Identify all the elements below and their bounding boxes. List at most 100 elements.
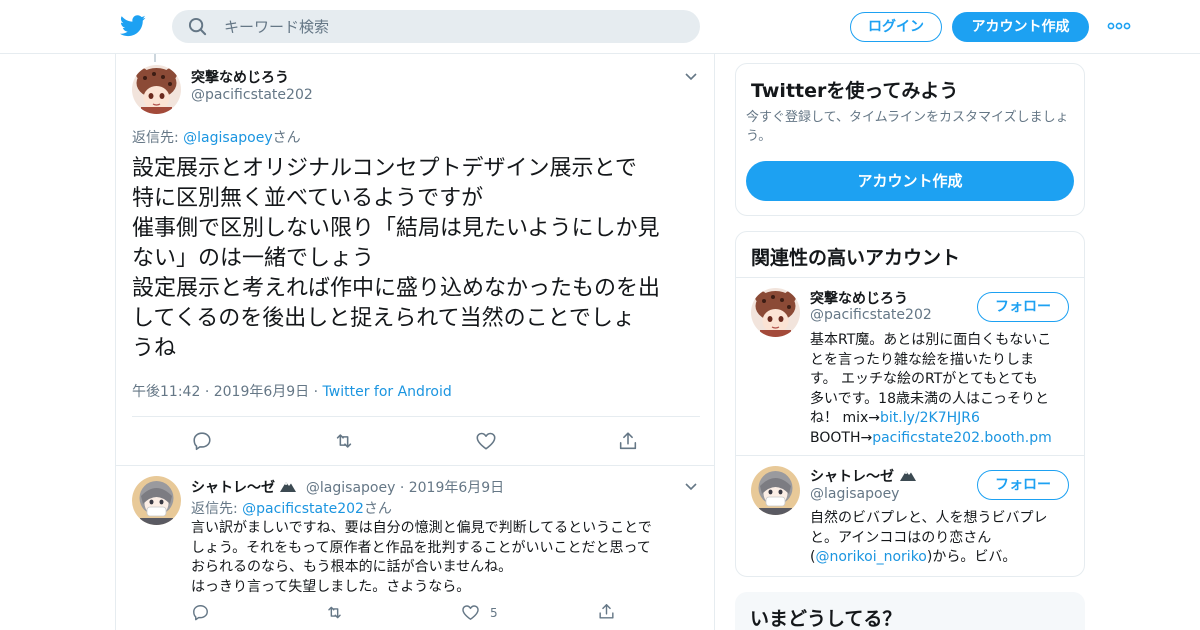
tweet-time[interactable]: 午後11:42 bbox=[132, 384, 200, 400]
reply-icon[interactable] bbox=[191, 430, 213, 452]
tweet-text-line: おられるのなら、もう根本的に話が合いませんね。 bbox=[191, 559, 513, 575]
tweet-text-line: ない」のは一緒でしょう bbox=[132, 246, 375, 271]
retweet-icon[interactable] bbox=[325, 603, 344, 622]
avatar-image bbox=[751, 466, 800, 515]
avatar-image bbox=[132, 476, 181, 525]
divider bbox=[736, 277, 1084, 278]
bio-line: BOOTH→pacificstate202.booth.pm bbox=[810, 429, 1080, 449]
tweet-text: 言い訳がましいですね、要は自分の憶測と偏見で判断してるということで しょう。それ… bbox=[191, 519, 701, 597]
follow-button[interactable]: フォロー bbox=[977, 292, 1069, 322]
tweet-text-line: 設定展示とオリジナルコンセプトデザイン展示とで bbox=[132, 156, 637, 181]
reply-to-line: 返信先: @pacificstate202さん bbox=[191, 498, 392, 518]
separator-dot: · bbox=[313, 384, 319, 400]
tweet-text-line: 設定展示と考えれば作中に盛り込めなかったものを出 bbox=[132, 276, 661, 301]
avatar[interactable] bbox=[751, 288, 800, 337]
subtitle-line: 今すぐ登録して、タイムラインをカスタマイズしましょ bbox=[746, 110, 1069, 125]
reply-to-prefix: 返信先: bbox=[132, 130, 184, 146]
bio-line: 自然のビバプレと、人を想うビバプレ bbox=[810, 510, 1048, 526]
tweet-text-line: 言い訳がましいですね、要は自分の憶測と偏見で判断してるということで bbox=[191, 520, 652, 536]
tweet-separator bbox=[116, 465, 714, 466]
tweet-text-line: 催事側で区別しない限り「結局は見たいようにしか見 bbox=[132, 216, 660, 241]
search-box[interactable] bbox=[172, 10, 700, 43]
like-heart-icon[interactable] bbox=[475, 430, 497, 452]
retweet-icon[interactable] bbox=[333, 430, 355, 452]
signup-button[interactable]: アカウント作成 bbox=[952, 12, 1089, 42]
bio-text: ね！ mix→ bbox=[810, 410, 880, 426]
bio-link[interactable]: pacificstate202.booth.pm bbox=[872, 430, 1052, 446]
account-handle[interactable]: @pacificstate202 bbox=[810, 307, 932, 323]
signup-card-subtitle: 今すぐ登録して、タイムラインをカスタマイズしましょ う。 bbox=[746, 108, 1076, 146]
bio-link[interactable]: @norikoi_noriko bbox=[815, 549, 926, 565]
reply-to-link[interactable]: @pacificstate202 bbox=[242, 501, 364, 517]
twitter-bird-logo-icon[interactable] bbox=[120, 14, 146, 38]
bio-text: )から。ビバ。 bbox=[926, 549, 1017, 565]
bio-line: (@norikoi_noriko)から。ビバ。 bbox=[810, 548, 1080, 568]
reply-to-suffix: さん bbox=[272, 130, 301, 146]
thread-connector-line bbox=[154, 54, 156, 62]
top-navigation-bar: ログイン アカウント作成 bbox=[0, 0, 1200, 54]
like-count: 5 bbox=[490, 606, 498, 620]
bio-line: と。アインココはのり恋さん bbox=[810, 529, 992, 546]
like-heart-icon[interactable] bbox=[461, 603, 480, 622]
search-icon bbox=[188, 17, 207, 36]
tweet-conversation-column: 突撃なめじろう @pacificstate202 返信先: @lagisapoe… bbox=[115, 54, 715, 630]
mountain-emoji-icon bbox=[280, 482, 297, 492]
bio-line: 基本RT魔。あとは別に面白くもないこ bbox=[810, 332, 1052, 348]
bio-link[interactable]: bit.ly/2K7HJR6 bbox=[880, 410, 980, 426]
divider bbox=[736, 455, 1084, 456]
signup-card-title: Twitterを使ってみよう bbox=[751, 80, 959, 102]
bio-text: BOOTH→ bbox=[810, 429, 873, 446]
share-icon[interactable] bbox=[617, 430, 639, 452]
tweet-text-line: うね bbox=[132, 336, 177, 361]
tweet-metadata: 午後11:42 · 2019年6月9日 · Twitter for Androi… bbox=[132, 381, 452, 401]
follow-button[interactable]: フォロー bbox=[977, 470, 1069, 500]
avatar-image bbox=[751, 288, 800, 337]
account-handle[interactable]: @lagisapoey bbox=[810, 486, 899, 502]
account-name[interactable]: シャトレ〜ゼ bbox=[810, 466, 917, 486]
account-bio: 基本RT魔。あとは別に面白くもないこ とを言ったり雑な絵を描いたりしま す。 エ… bbox=[810, 331, 1080, 448]
tweet-text-line: 特に区別無く並べているようですが bbox=[132, 186, 484, 211]
bio-line: ね！ mix→bit.ly/2K7HJR6 bbox=[810, 409, 1080, 429]
tweet-date[interactable]: 2019年6月9日 bbox=[214, 384, 309, 400]
account-name[interactable]: 突撃なめじろう bbox=[810, 288, 908, 308]
reply-to-suffix: さん bbox=[363, 501, 392, 517]
signup-prompt-card: Twitterを使ってみよう 今すぐ登録して、タイムラインをカスタマイズしましょ… bbox=[735, 63, 1085, 216]
subtitle-line: う。 bbox=[746, 129, 772, 144]
login-button[interactable]: ログイン bbox=[850, 12, 942, 42]
account-bio: 自然のビバプレと、人を想うビバプレ と。アインココはのり恋さん (@noriko… bbox=[810, 509, 1080, 568]
tweet-author-name[interactable]: 突撃なめじろう bbox=[191, 67, 289, 87]
tweet-source-link[interactable]: Twitter for Android bbox=[323, 384, 452, 400]
trends-card-title: いまどうしてる？ bbox=[750, 608, 902, 630]
reply-to-link[interactable]: @lagisapoey bbox=[183, 130, 272, 146]
reply-icon[interactable] bbox=[191, 603, 210, 622]
reply-to-line: 返信先: @lagisapoeyさん bbox=[132, 127, 301, 147]
related-accounts-card: 関連性の高いアカウント 突撃なめじろう @pacificstate202 フォロ… bbox=[735, 231, 1085, 577]
chevron-down-icon[interactable] bbox=[684, 482, 698, 492]
separator-dot: · bbox=[399, 480, 409, 496]
tweet-date[interactable]: 2019年6月9日 bbox=[409, 480, 504, 496]
tweet-author-handle[interactable]: @lagisapoey bbox=[306, 480, 395, 496]
more-options-icon[interactable] bbox=[1107, 18, 1131, 34]
bio-line: とを言ったり雑な絵を描いたりしま bbox=[810, 351, 1034, 368]
tweet-author-name[interactable]: シャトレ〜ゼ bbox=[191, 480, 275, 496]
tweet-text-line: してくるのを後出しと捉えられて当然のことでしょ bbox=[132, 306, 635, 331]
avatar[interactable] bbox=[132, 65, 181, 114]
share-icon[interactable] bbox=[597, 602, 616, 621]
bio-line: す。 エッチな絵のRTがとてもとても bbox=[810, 371, 1038, 387]
chevron-down-icon[interactable] bbox=[684, 72, 698, 82]
divider bbox=[132, 416, 700, 417]
tweet-text-line: しょう。それをもって原作者と作品を批判することがいいことだと思って bbox=[191, 539, 651, 556]
tweet-text: 設定展示とオリジナルコンセプトデザイン展示とで 特に区別無く並べているようですが… bbox=[132, 154, 708, 364]
avatar[interactable] bbox=[132, 476, 181, 525]
tweet-author-handle[interactable]: @pacificstate202 bbox=[191, 87, 313, 103]
tweet-text-line: はっきり言って失望しました。さようなら。 bbox=[191, 578, 471, 595]
bio-line: 多いです。18歳未満の人はこっそりと bbox=[810, 390, 1050, 407]
search-input[interactable] bbox=[224, 10, 684, 43]
reply-tweet-header: シャトレ〜ゼ @lagisapoey · 2019年6月9日 bbox=[191, 477, 504, 497]
account-name-text: シャトレ〜ゼ bbox=[810, 469, 894, 485]
separator-dot: · bbox=[204, 384, 210, 400]
trends-card: いまどうしてる？ bbox=[735, 592, 1085, 630]
signup-card-button[interactable]: アカウント作成 bbox=[746, 161, 1074, 201]
related-accounts-title: 関連性の高いアカウント bbox=[751, 247, 961, 269]
avatar[interactable] bbox=[751, 466, 800, 515]
